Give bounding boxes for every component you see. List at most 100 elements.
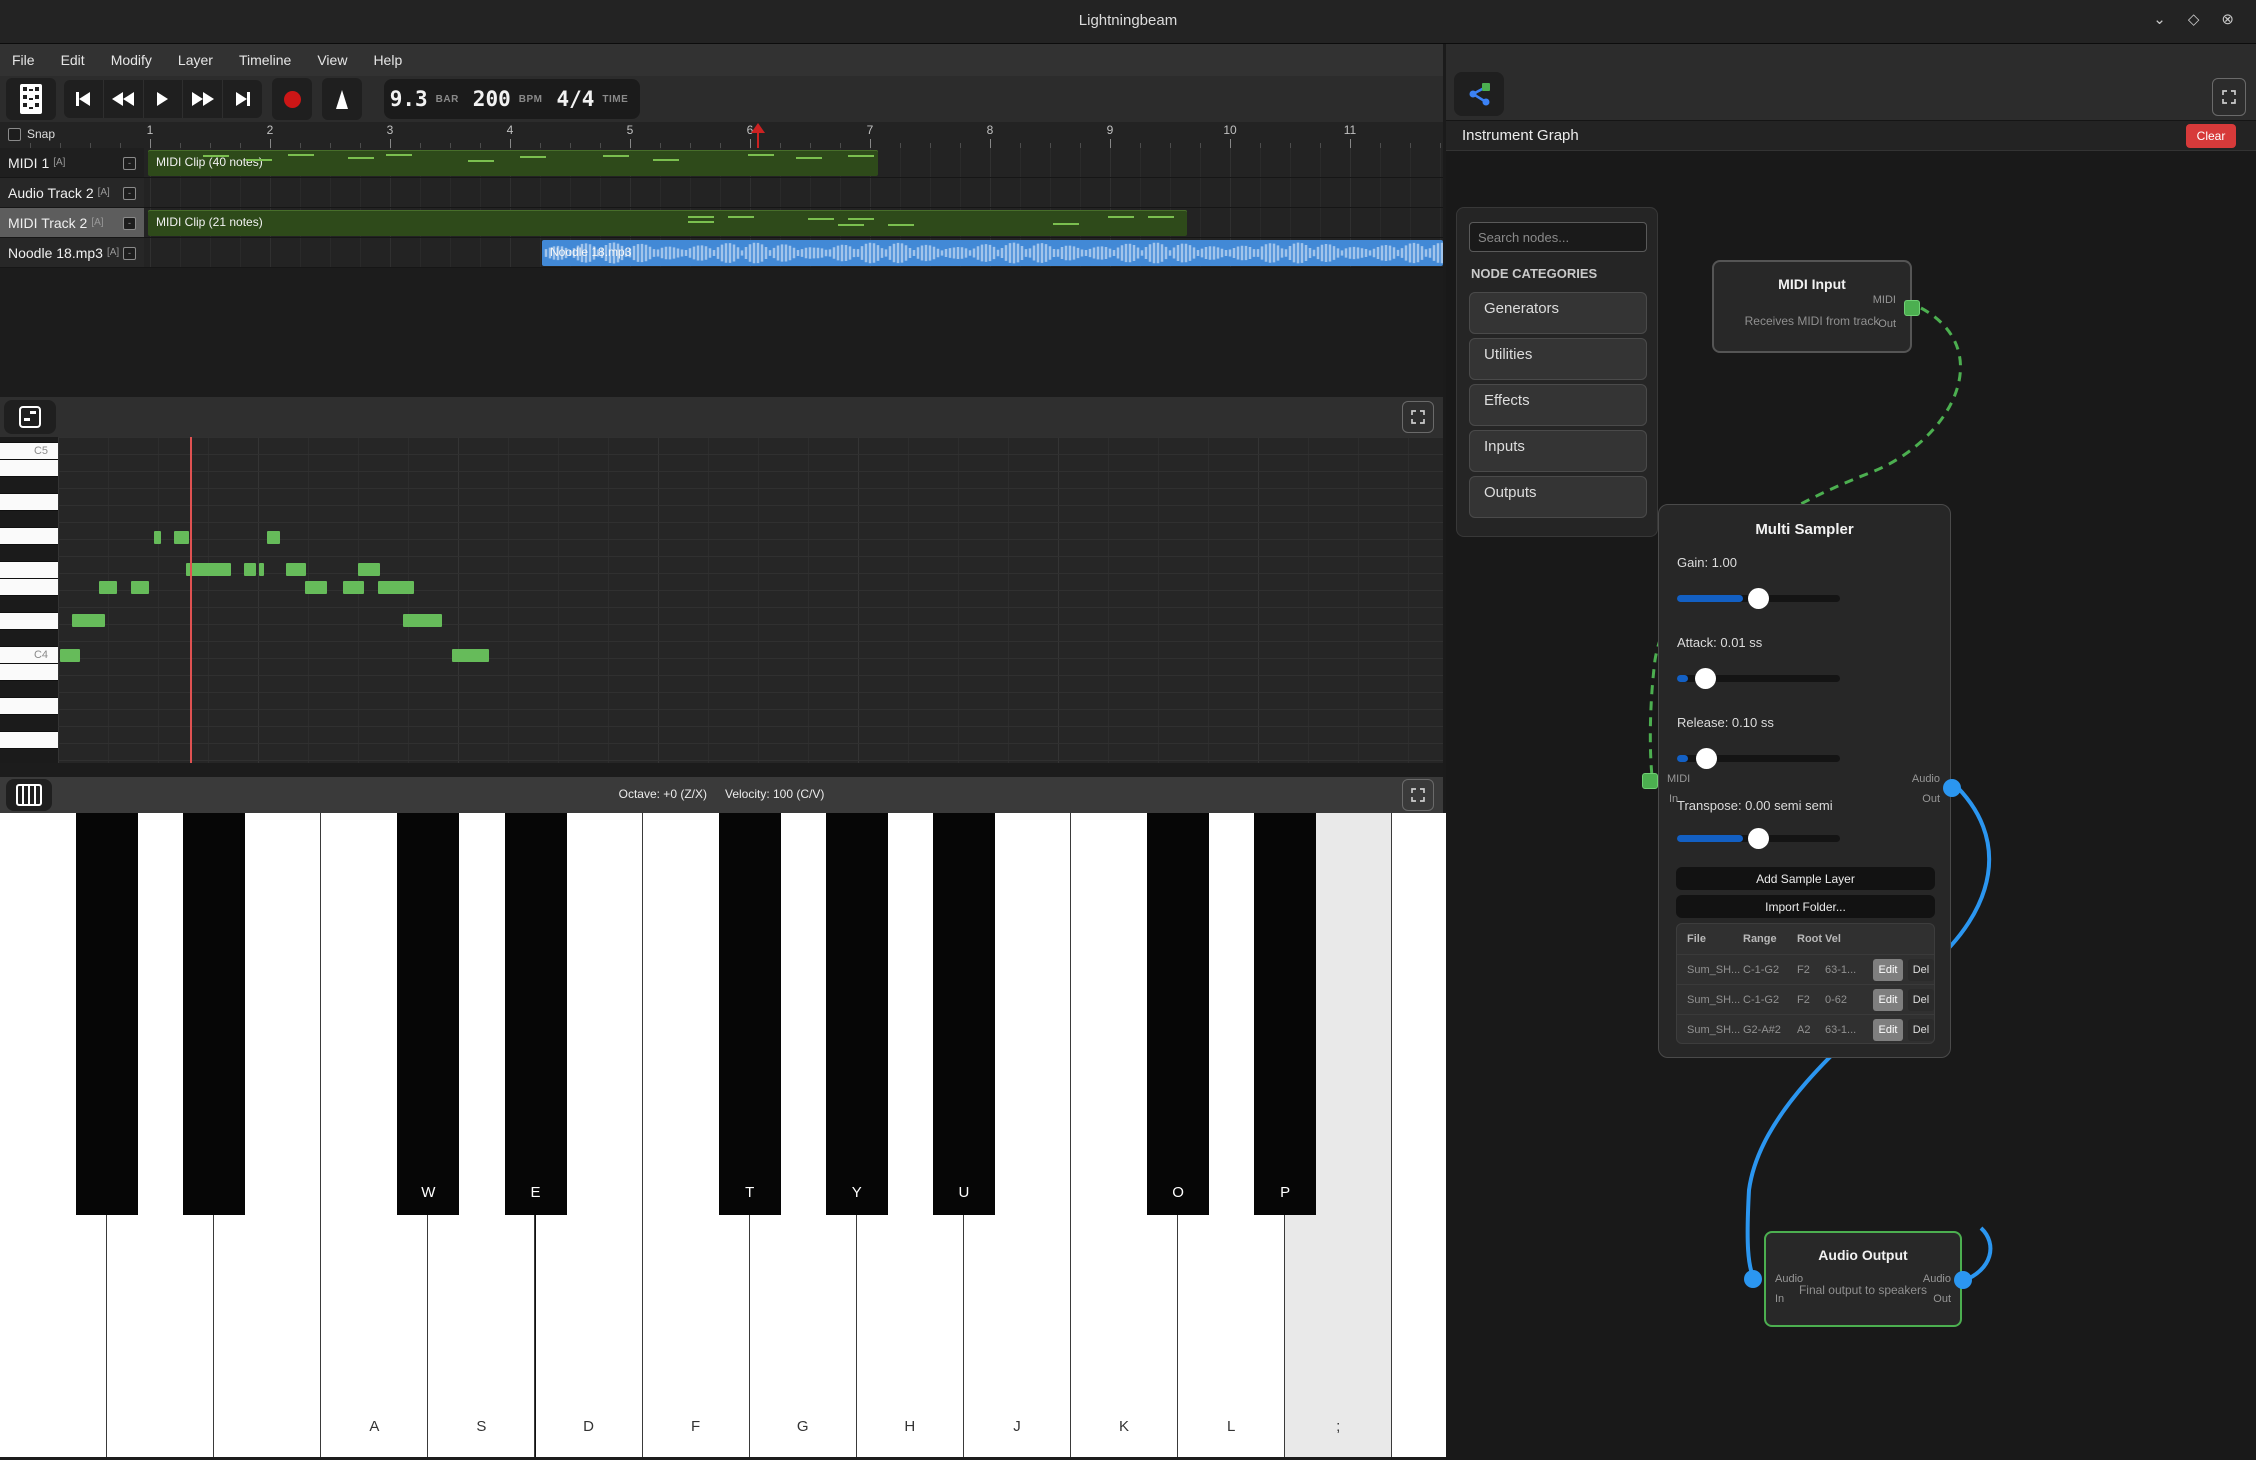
roll-key-white[interactable] — [0, 613, 58, 630]
black-key-W[interactable]: W — [397, 813, 459, 1215]
category-button-inputs[interactable]: Inputs — [1469, 430, 1647, 472]
menu-item-file[interactable]: File — [12, 52, 35, 68]
track-checkbox[interactable]: - — [123, 187, 136, 200]
film-button[interactable] — [6, 78, 56, 120]
midi-note[interactable] — [305, 581, 327, 594]
menu-item-help[interactable]: Help — [373, 52, 402, 68]
bpm-value[interactable]: 200 — [473, 87, 511, 111]
delete-sample-button[interactable]: Del — [1908, 959, 1934, 981]
clear-graph-button[interactable]: Clear — [2186, 124, 2236, 148]
roll-key-black[interactable] — [0, 545, 58, 562]
roll-key-white[interactable]: C5 — [0, 443, 58, 460]
midi-note[interactable] — [174, 531, 189, 544]
rewind-button[interactable] — [103, 80, 143, 118]
skip-end-button[interactable] — [222, 80, 262, 118]
roll-key-black[interactable] — [0, 681, 58, 698]
roll-playhead[interactable] — [190, 437, 192, 763]
roll-key-black[interactable] — [0, 749, 58, 763]
midi-note[interactable] — [452, 649, 489, 662]
midi-note[interactable] — [358, 563, 380, 576]
midi-note[interactable] — [186, 563, 231, 576]
piano-roll-grid[interactable] — [58, 437, 1443, 763]
search-input[interactable] — [1469, 222, 1647, 252]
roll-key-black[interactable] — [0, 511, 58, 528]
black-key-P[interactable]: P — [1254, 813, 1316, 1215]
piano-roll[interactable]: C5 C4 — [0, 437, 1443, 763]
roll-key-white[interactable] — [0, 562, 58, 579]
record-button[interactable] — [272, 78, 312, 120]
audio-clip[interactable]: Noodle 18.mp3 — [542, 240, 1443, 266]
black-key-E[interactable]: E — [505, 813, 567, 1215]
midi-note[interactable] — [72, 614, 105, 627]
roll-key-white[interactable] — [0, 528, 58, 545]
midi-clip[interactable]: MIDI Clip (21 notes) — [148, 210, 1187, 236]
graph-fullscreen-button[interactable] — [2212, 78, 2246, 116]
param-slider[interactable] — [1677, 755, 1840, 762]
edit-sample-button[interactable]: Edit — [1873, 1019, 1903, 1041]
midi-note[interactable] — [267, 531, 280, 544]
category-button-outputs[interactable]: Outputs — [1469, 476, 1647, 518]
track-lane[interactable]: Noodle 18.mp3 — [144, 238, 1443, 267]
roll-key-black[interactable] — [0, 715, 58, 732]
fast-forward-button[interactable] — [182, 80, 222, 118]
sampler-midi-in-port[interactable] — [1642, 773, 1658, 789]
menu-item-layer[interactable]: Layer — [178, 52, 213, 68]
maximize-icon[interactable]: ◇ — [2188, 10, 2200, 28]
roll-key-white[interactable] — [0, 579, 58, 596]
midi-note[interactable] — [286, 563, 306, 576]
black-key[interactable] — [76, 813, 138, 1215]
timeline-empty-area[interactable] — [0, 268, 1443, 397]
slider-thumb[interactable] — [1695, 668, 1716, 689]
import-folder-button[interactable]: Import Folder... — [1676, 895, 1935, 918]
midi-note[interactable] — [154, 531, 161, 544]
midi-note[interactable] — [378, 581, 414, 594]
roll-key-white[interactable] — [0, 460, 58, 477]
edit-sample-button[interactable]: Edit — [1873, 959, 1903, 981]
roll-key-black[interactable] — [0, 596, 58, 613]
black-key-T[interactable]: T — [719, 813, 781, 1215]
track-header-noodle-18-mp3[interactable]: Noodle 18.mp3[A]- — [0, 238, 144, 267]
node-midi-input[interactable]: MIDI Input Receives MIDI from track MIDI… — [1712, 260, 1912, 353]
play-button[interactable] — [143, 80, 183, 118]
sampler-audio-out-port[interactable] — [1943, 779, 1961, 797]
track-header-audio-track-2[interactable]: Audio Track 2[A]- — [0, 178, 144, 207]
timeline-ruler[interactable]: Snap 1234567891011 — [0, 122, 1443, 148]
roll-key-white[interactable]: C4 — [0, 647, 58, 664]
black-key-Y[interactable]: Y — [826, 813, 888, 1215]
midi-out-port[interactable] — [1904, 300, 1920, 316]
menu-item-view[interactable]: View — [317, 52, 347, 68]
skip-start-button[interactable] — [64, 80, 103, 118]
track-header-midi-track-2[interactable]: MIDI Track 2[A]- — [0, 208, 144, 237]
midi-note[interactable] — [259, 563, 264, 576]
time-signature-value[interactable]: 4/4 — [556, 87, 594, 111]
snap-checkbox[interactable] — [8, 128, 21, 141]
black-key-U[interactable]: U — [933, 813, 995, 1215]
keyboard-fullscreen-button[interactable] — [1402, 779, 1434, 811]
midi-note[interactable] — [403, 614, 442, 627]
midi-note[interactable] — [99, 581, 117, 594]
node-audio-output[interactable]: Audio Output Audio In Audio Out Final ou… — [1764, 1231, 1962, 1327]
close-icon[interactable]: ⊗ — [2221, 10, 2234, 28]
roll-key-white[interactable] — [0, 494, 58, 511]
track-lane[interactable] — [144, 178, 1443, 207]
roll-key-black[interactable] — [0, 477, 58, 494]
midi-note[interactable] — [60, 649, 80, 662]
audio-output-out-port[interactable] — [1954, 1271, 1972, 1289]
delete-sample-button[interactable]: Del — [1908, 989, 1934, 1011]
track-checkbox[interactable]: - — [123, 157, 136, 170]
graph-canvas[interactable]: NODE CATEGORIES GeneratorsUtilitiesEffec… — [1446, 151, 2256, 1460]
node-multi-sampler[interactable]: Multi Sampler MIDI In Audio Out Add Samp… — [1658, 504, 1951, 1058]
black-key[interactable] — [183, 813, 245, 1215]
midi-note[interactable] — [244, 563, 256, 576]
roll-key-white[interactable] — [0, 698, 58, 715]
black-key-O[interactable]: O — [1147, 813, 1209, 1215]
midi-note[interactable] — [131, 581, 149, 594]
delete-sample-button[interactable]: Del — [1908, 1019, 1934, 1041]
category-button-effects[interactable]: Effects — [1469, 384, 1647, 426]
metronome-button[interactable] — [322, 78, 362, 120]
edit-sample-button[interactable]: Edit — [1873, 989, 1903, 1011]
track-checkbox[interactable]: - — [123, 217, 136, 230]
param-slider[interactable] — [1677, 835, 1840, 842]
bar-position-value[interactable]: 9.3 — [390, 87, 428, 111]
audio-output-in-port[interactable] — [1744, 1270, 1762, 1288]
